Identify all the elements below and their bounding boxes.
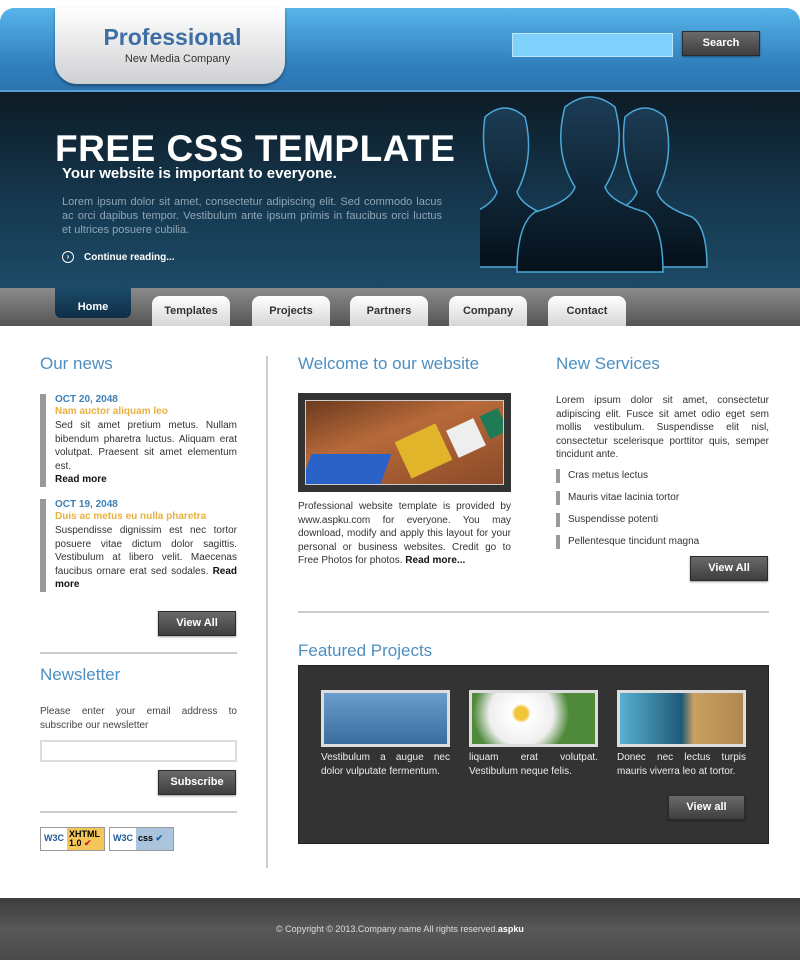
services-text: Lorem ipsum dolor sit amet, consectetur …	[556, 395, 769, 460]
news-date: OCT 20, 2048	[55, 394, 118, 405]
chevron-right-circle-icon: ›	[62, 251, 74, 263]
users-silhouette-icon	[480, 96, 708, 273]
featured-view-all-button[interactable]: View all	[668, 795, 745, 820]
search-input[interactable]	[512, 33, 673, 57]
nav-templates[interactable]: Templates	[152, 296, 230, 326]
hero-banner: FREE CSS TEMPLATE Your website is import…	[0, 90, 800, 288]
news-item: OCT 19, 2048 Duis ac metus eu nulla phar…	[40, 499, 237, 592]
search-button[interactable]: Search	[682, 31, 760, 56]
project-caption: Donec nec lectus turpis mauris viverra l…	[617, 752, 746, 777]
service-item[interactable]: Suspendisse potenti	[556, 513, 769, 527]
featured-projects-panel: Vestibulum a augue nec dolor vulputate f…	[298, 665, 769, 844]
column-divider	[266, 356, 268, 868]
hero-subtitle: Your website is important to everyone.	[62, 165, 337, 182]
service-item[interactable]: Pellentesque tincidunt magna	[556, 535, 769, 549]
subscribe-button[interactable]: Subscribe	[158, 770, 236, 795]
featured-heading: Featured Projects	[298, 641, 433, 660]
divider	[40, 811, 237, 813]
divider	[40, 652, 237, 654]
service-item[interactable]: Cras metus lectus	[556, 469, 769, 483]
continue-reading-link[interactable]: › Continue reading...	[62, 251, 175, 263]
service-item[interactable]: Mauris vitae lacinia tortor	[556, 491, 769, 505]
services-heading: New Services	[556, 354, 660, 373]
w3c-css-badge[interactable]: W3C css ✔	[109, 827, 174, 851]
watch-image	[617, 690, 746, 747]
project-caption: Vestibulum a augue nec dolor vulputate f…	[321, 752, 450, 777]
project-card[interactable]: liquam erat volutpat. Vestibulum neque f…	[469, 690, 598, 779]
w3c-xhtml-badge[interactable]: W3C XHTML 1.0 ✔	[40, 827, 105, 851]
footer-brand-link[interactable]: aspku	[498, 924, 524, 934]
logo-title: Professional	[103, 24, 242, 50]
w3c-logo: W3C	[110, 828, 136, 850]
main-nav: Home Templates Projects Partners Company…	[0, 288, 800, 326]
logo[interactable]: Professional New Media Company	[55, 8, 285, 84]
news-item: OCT 20, 2048 Nam auctor aliquam leo Sed …	[40, 394, 237, 487]
footer: © Copyright © 2013.Company name All righ…	[0, 898, 800, 960]
daisy-image	[469, 690, 598, 747]
services-view-all-button[interactable]: View All	[690, 556, 768, 581]
news-headline[interactable]: Nam auctor aliquam leo	[55, 406, 237, 417]
read-more-link[interactable]: Read more	[55, 474, 107, 485]
welcome-text: Professional website template is provide…	[298, 500, 511, 568]
hero-text: Lorem ipsum dolor sit amet, consectetur …	[62, 196, 442, 236]
nav-projects[interactable]: Projects	[252, 296, 330, 326]
welcome-image-frame	[298, 393, 511, 492]
news-date: OCT 19, 2048	[55, 499, 118, 510]
newsletter-email-input[interactable]	[40, 740, 237, 762]
project-card[interactable]: Vestibulum a augue nec dolor vulputate f…	[321, 690, 450, 779]
news-body: Sed sit amet pretium metus. Nullam biben…	[55, 420, 237, 472]
kayak-image	[321, 690, 450, 747]
nav-partners[interactable]: Partners	[350, 296, 428, 326]
news-view-all-button[interactable]: View All	[158, 611, 236, 636]
nav-contact[interactable]: Contact	[548, 296, 626, 326]
newsletter-text: Please enter your email address to subsc…	[40, 706, 237, 731]
continue-label: Continue reading...	[84, 251, 175, 263]
services-list: Cras metus lectus Mauris vitae lacinia t…	[556, 469, 769, 557]
w3c-logo: W3C	[41, 828, 67, 850]
divider	[298, 611, 769, 613]
binder-clips-image	[305, 400, 504, 485]
hero-title: FREE CSS TEMPLATE	[55, 128, 456, 169]
logo-subtitle: New Media Company	[124, 53, 231, 65]
newsletter-heading: Newsletter	[40, 665, 121, 684]
news-heading: Our news	[40, 354, 113, 373]
welcome-read-more-link[interactable]: Read more...	[405, 555, 465, 566]
project-caption: liquam erat volutpat. Vestibulum neque f…	[469, 752, 598, 777]
nav-company[interactable]: Company	[449, 296, 527, 326]
project-card[interactable]: Donec nec lectus turpis mauris viverra l…	[617, 690, 746, 779]
welcome-heading: Welcome to our website	[298, 354, 480, 373]
nav-home[interactable]: Home	[55, 288, 131, 318]
copyright-text: © Copyright © 2013.Company name All righ…	[276, 924, 498, 934]
news-body: Suspendisse dignissim est nec tortor pos…	[55, 525, 237, 577]
news-headline[interactable]: Duis ac metus eu nulla pharetra	[55, 511, 237, 522]
